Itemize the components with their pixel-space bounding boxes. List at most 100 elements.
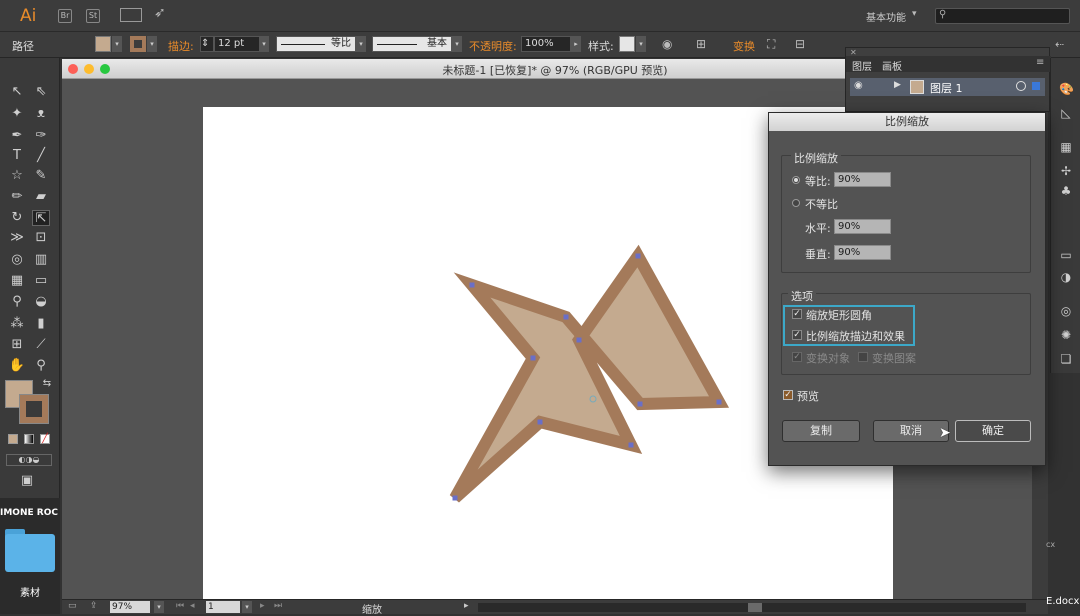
stroke-color-swatch[interactable] <box>130 36 146 52</box>
next-artboard-icon[interactable]: ▸ <box>260 601 265 611</box>
anchor-point[interactable] <box>637 401 643 407</box>
recolor-artwork-icon[interactable]: ◉ <box>662 37 672 51</box>
isolate-icon[interactable]: ⛶ <box>767 37 775 52</box>
scale-strokes-label[interactable]: 比例缩放描边和效果 <box>806 328 905 344</box>
scale-corners-checkbox[interactable]: ✓ <box>792 309 802 319</box>
tab-layers[interactable]: 图层 <box>852 58 872 73</box>
horizontal-scale-input[interactable]: 90% <box>834 219 891 234</box>
transparency-panel-icon[interactable]: ◑ <box>1059 270 1073 284</box>
artboard-dropdown[interactable]: ▾ <box>242 601 252 613</box>
stock-icon[interactable]: St <box>86 9 100 23</box>
horizontal-scroll-thumb[interactable] <box>748 603 762 612</box>
hand-tool-icon[interactable]: ✋ <box>8 358 26 374</box>
perspective-grid-tool-icon[interactable]: ▥ <box>32 252 50 268</box>
preview-label[interactable]: 预览 <box>797 388 819 404</box>
panel-menu-icon[interactable]: ⇠ <box>1055 38 1064 51</box>
scale-strokes-checkbox[interactable]: ✓ <box>792 330 802 340</box>
preview-checkbox[interactable]: ✓ <box>783 390 793 400</box>
bridge-icon[interactable]: Br <box>58 9 72 23</box>
graphic-styles-icon[interactable]: ✺ <box>1059 328 1073 342</box>
uniform-scale-input[interactable]: 90% <box>834 172 891 187</box>
panel-options-icon[interactable]: ≡ <box>1036 57 1044 68</box>
anchor-point[interactable] <box>563 314 569 320</box>
share-icon[interactable]: ⇪ <box>90 601 98 611</box>
opacity-dropdown[interactable]: ▸ <box>571 36 581 52</box>
transform-patterns-checkbox[interactable] <box>858 352 868 362</box>
transform-link[interactable]: 变换 <box>733 38 755 54</box>
line-tool-icon[interactable]: ╱ <box>32 148 50 164</box>
ok-button[interactable]: 确定 <box>955 420 1031 442</box>
last-artboard-icon[interactable]: ⏭ <box>274 601 282 611</box>
direct-selection-tool-icon[interactable]: ⇖ <box>32 84 50 100</box>
anchor-point[interactable] <box>537 419 543 425</box>
slice-tool-icon[interactable]: ⟋ <box>32 337 50 353</box>
draw-mode-icons[interactable]: ◐◑◒ <box>6 454 52 466</box>
variable-width-profile[interactable]: 等比 <box>276 36 356 52</box>
brushes-panel-icon[interactable]: ✢ <box>1059 164 1073 178</box>
uniform-radio[interactable] <box>792 176 800 184</box>
anchor-point[interactable] <box>635 253 641 259</box>
target-icon[interactable] <box>1016 81 1026 91</box>
zoom-level-field[interactable]: 97% <box>110 601 150 613</box>
layers-dock-icon[interactable]: ❏ <box>1059 352 1073 366</box>
stroke-swatch[interactable] <box>20 395 48 423</box>
tab-artboards[interactable]: 画板 <box>882 58 902 73</box>
color-panel-icon[interactable]: 🎨 <box>1059 82 1074 96</box>
workspace-switcher[interactable]: 基本功能 <box>866 9 906 24</box>
stroke-weight-dropdown[interactable]: ▾ <box>259 36 269 52</box>
transform-objects-checkbox[interactable]: ✓ <box>792 352 802 362</box>
stroke-weight-label[interactable]: 描边: <box>168 38 194 54</box>
symbol-sprayer-tool-icon[interactable]: ⁂ <box>8 316 26 332</box>
type-tool-icon[interactable]: T <box>8 148 26 164</box>
anchor-point[interactable] <box>452 495 458 501</box>
color-guide-icon[interactable]: ◺ <box>1059 106 1073 120</box>
mesh-tool-icon[interactable]: ▦ <box>8 273 26 289</box>
anchor-point[interactable] <box>530 355 536 361</box>
artboard-number-field[interactable]: 1 <box>206 601 240 613</box>
control-menu-icon[interactable]: ⊟ <box>795 37 805 51</box>
zoom-tool-icon[interactable]: ⚲ <box>32 358 50 374</box>
stroke-weight-field[interactable]: 12 pt <box>214 36 260 52</box>
star-tool-icon[interactable]: ☆ <box>8 168 26 184</box>
stroke-weight-stepper[interactable]: ⇕ <box>200 36 214 52</box>
artboard-tool-icon[interactable]: ⊞ <box>8 337 26 353</box>
non-uniform-radio[interactable] <box>792 199 800 207</box>
first-artboard-icon[interactable]: ⏮ <box>176 601 184 611</box>
profile-dropdown[interactable]: ▾ <box>356 36 366 52</box>
previous-artboard-icon[interactable]: ◂ <box>190 601 195 611</box>
gradient-mode-icon[interactable] <box>24 434 34 444</box>
anchor-point[interactable] <box>716 399 722 405</box>
star-shape[interactable] <box>449 244 730 503</box>
paintbrush-tool-icon[interactable]: ✎ <box>32 168 50 184</box>
stroke-panel-icon[interactable]: ▭ <box>1059 248 1073 262</box>
brush-definition[interactable]: 基本 <box>372 36 452 52</box>
artboard-nav-icon[interactable]: ▭ <box>68 601 77 611</box>
rotate-tool-icon[interactable]: ↻ <box>8 210 26 226</box>
gpu-performance-icon[interactable]: ➶ <box>154 5 166 21</box>
anchor-point[interactable] <box>576 337 582 343</box>
visibility-eye-icon[interactable]: ◉ <box>854 80 863 91</box>
anchor-point[interactable] <box>469 282 475 288</box>
opacity-label[interactable]: 不透明度: <box>469 38 517 54</box>
opacity-field[interactable]: 100% <box>521 36 571 52</box>
layer-row[interactable]: ◉ ▶ 图层 1 <box>850 78 1045 96</box>
fill-dropdown[interactable]: ▾ <box>112 36 122 52</box>
stroke-dropdown[interactable]: ▾ <box>147 36 157 52</box>
scale-corners-label[interactable]: 缩放矩形圆角 <box>806 307 872 323</box>
folder-label[interactable]: 素材 <box>0 584 60 599</box>
brush-dropdown[interactable]: ▾ <box>452 36 462 52</box>
width-tool-icon[interactable]: ≫ <box>8 230 26 246</box>
horizontal-scrollbar[interactable] <box>478 603 1026 612</box>
blend-tool-icon[interactable]: ◒ <box>32 294 50 310</box>
search-input[interactable]: ⚲ <box>935 8 1070 24</box>
magic-wand-tool-icon[interactable]: ✦ <box>8 106 26 122</box>
chevron-down-icon[interactable]: ▾ <box>912 9 917 19</box>
graphic-style-swatch[interactable] <box>619 36 635 52</box>
copy-button[interactable]: 复制 <box>782 420 860 442</box>
symbols-panel-icon[interactable]: ♣ <box>1059 184 1073 198</box>
status-menu-icon[interactable]: ▸ <box>464 601 469 611</box>
lasso-tool-icon[interactable]: ᴥ <box>32 106 50 122</box>
shape-builder-tool-icon[interactable]: ◎ <box>8 252 26 268</box>
gradient-tool-icon[interactable]: ▭ <box>32 273 50 289</box>
free-transform-tool-icon[interactable]: ⊡ <box>32 230 50 246</box>
